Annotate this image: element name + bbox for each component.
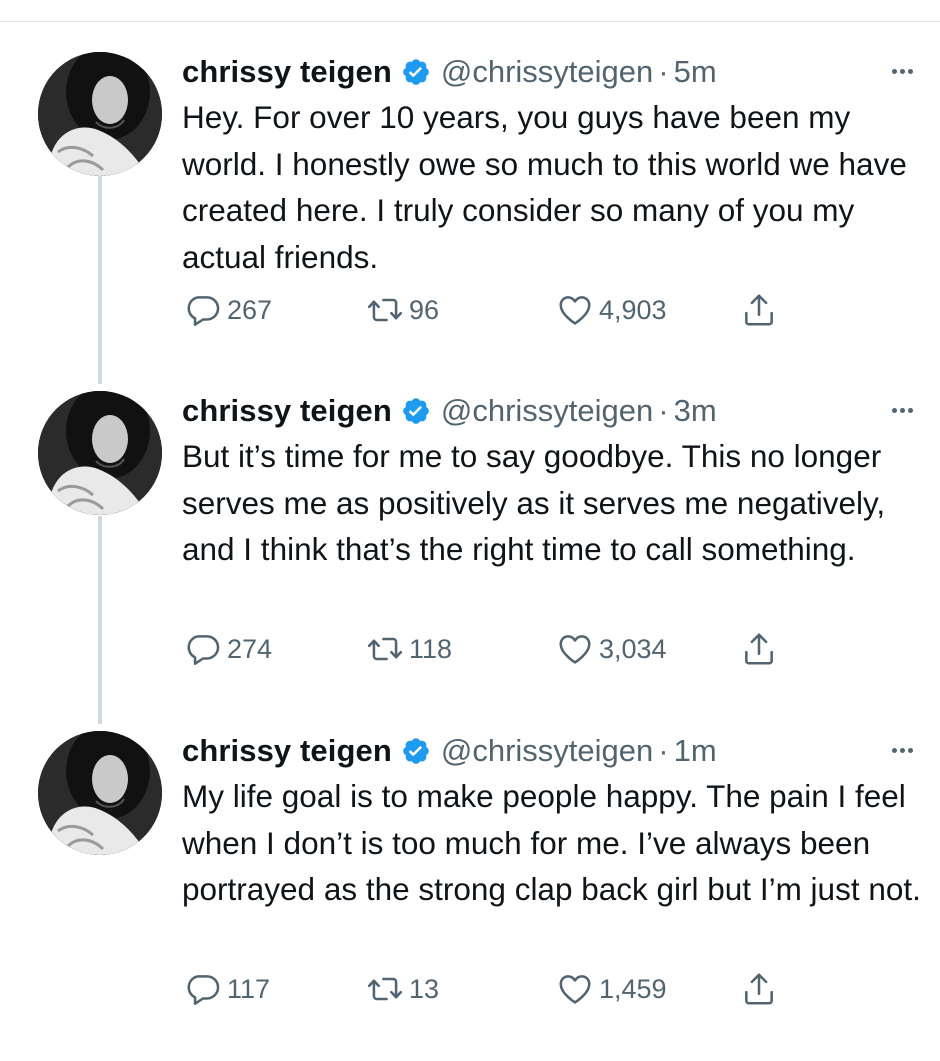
reply-icon xyxy=(187,635,220,665)
tweet-text: Hey. For over 10 years, you guys have be… xyxy=(182,99,907,275)
share-icon xyxy=(745,973,773,1005)
retweet-count: 118 xyxy=(409,633,453,664)
reply-icon xyxy=(187,296,220,326)
reply-button[interactable]: 274 xyxy=(184,629,272,669)
reply-count: 117 xyxy=(227,973,271,1004)
retweet-button[interactable]: 13 xyxy=(366,969,439,1009)
separator: · xyxy=(658,733,669,768)
author-handle[interactable]: @chrissyteigen xyxy=(441,393,653,429)
like-icon xyxy=(559,296,591,325)
retweet-icon xyxy=(367,977,403,1001)
tweet-text: But it’s time for me to say goodbye. Thi… xyxy=(182,438,886,567)
like-icon xyxy=(559,975,591,1004)
retweet-button[interactable]: 118 xyxy=(366,629,452,669)
retweet-button[interactable]: 96 xyxy=(366,290,439,330)
timestamp[interactable]: 3m xyxy=(674,393,717,429)
tweet[interactable]: chrissy teigen @chrissyteigen · 5m Hey. … xyxy=(0,52,940,382)
like-count: 4,903 xyxy=(599,294,667,325)
tweet-text: My life goal is to make people happy. Th… xyxy=(182,778,921,907)
retweet-icon xyxy=(367,637,403,661)
like-button[interactable]: 3,034 xyxy=(556,629,667,669)
avatar[interactable] xyxy=(38,52,162,176)
retweet-count: 13 xyxy=(409,973,440,1004)
author-name[interactable]: chrissy teigen xyxy=(182,393,392,429)
tweet-actions: 267 96 4,903 xyxy=(184,290,804,330)
tweet[interactable]: chrissy teigen @chrissyteigen · 3m But i… xyxy=(0,391,940,721)
separator: · xyxy=(658,54,669,89)
author-handle[interactable]: @chrissyteigen xyxy=(441,733,653,769)
like-button[interactable]: 4,903 xyxy=(556,290,667,330)
timestamp[interactable]: 1m xyxy=(674,733,717,769)
share-icon xyxy=(745,294,773,326)
share-button[interactable] xyxy=(740,629,783,669)
tweet-actions: 274 118 3,034 xyxy=(184,629,804,669)
separator: · xyxy=(658,393,669,428)
retweet-count: 96 xyxy=(409,294,440,325)
reply-button[interactable]: 117 xyxy=(184,969,270,1009)
tweet-header: chrissy teigen @chrissyteigen · 5m xyxy=(182,52,912,92)
like-count: 3,034 xyxy=(599,633,667,664)
tweet-actions: 117 13 1,459 xyxy=(184,969,804,1009)
like-count: 1,459 xyxy=(599,973,667,1004)
reply-icon xyxy=(187,975,220,1005)
like-button[interactable]: 1,459 xyxy=(556,969,667,1009)
author-handle[interactable]: @chrissyteigen xyxy=(441,54,653,90)
tweet[interactable]: chrissy teigen @chrissyteigen · 1m My li… xyxy=(0,731,940,1061)
timestamp[interactable]: 5m xyxy=(674,54,717,90)
avatar[interactable] xyxy=(38,731,162,855)
verified-badge-icon xyxy=(403,738,429,764)
share-icon xyxy=(745,633,773,665)
more-icon[interactable] xyxy=(882,395,922,425)
reply-count: 274 xyxy=(227,633,273,664)
like-icon xyxy=(559,635,591,664)
verified-badge-icon xyxy=(403,59,429,85)
top-divider xyxy=(0,21,940,22)
avatar[interactable] xyxy=(38,391,162,515)
tweet-header: chrissy teigen @chrissyteigen · 3m xyxy=(182,391,912,431)
more-icon[interactable] xyxy=(882,56,922,86)
verified-badge-icon xyxy=(403,398,429,424)
more-icon[interactable] xyxy=(882,735,922,765)
share-button[interactable] xyxy=(740,969,783,1009)
tweet-header: chrissy teigen @chrissyteigen · 1m xyxy=(182,731,912,771)
author-name[interactable]: chrissy teigen xyxy=(182,54,392,90)
author-name[interactable]: chrissy teigen xyxy=(182,733,392,769)
reply-button[interactable]: 267 xyxy=(184,290,272,330)
share-button[interactable] xyxy=(740,290,783,330)
reply-count: 267 xyxy=(227,294,273,325)
retweet-icon xyxy=(367,298,403,322)
